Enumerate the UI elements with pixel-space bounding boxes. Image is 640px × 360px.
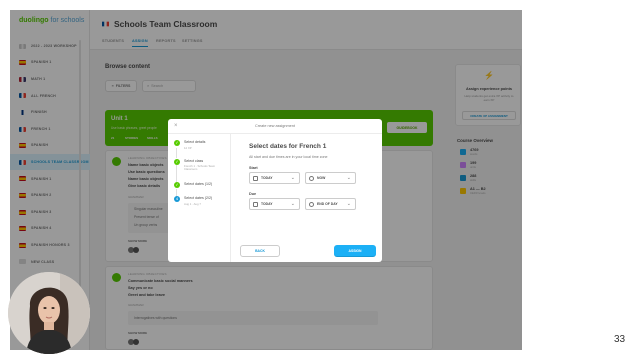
check-icon: ✓ [174, 140, 180, 146]
start-time-value: NOW [317, 176, 326, 180]
due-date-value: TODAY [261, 202, 273, 206]
calendar-icon [253, 175, 258, 181]
due-time-value: END OF DAY [317, 202, 338, 206]
chevron-down-icon: ⌄ [290, 175, 295, 181]
start-date-select[interactable]: TODAY ⌄ [249, 172, 300, 184]
step-connector [176, 148, 177, 158]
clock-icon [309, 201, 314, 207]
step-title: Select details [184, 140, 206, 144]
assign-button[interactable]: ASSIGN [334, 245, 376, 257]
start-time-select[interactable]: NOW ⌄ [305, 172, 356, 184]
check-icon: ✓ [174, 159, 180, 165]
chevron-down-icon: ⌄ [290, 201, 295, 207]
due-time-select[interactable]: END OF DAY ⌄ [305, 198, 356, 210]
back-button[interactable]: BACK [240, 245, 280, 257]
step-connector [176, 165, 177, 182]
clock-icon [309, 175, 314, 181]
step-title: Select dates (2/2) [184, 196, 213, 200]
step-detail: 12 XP [184, 146, 192, 150]
calendar-icon [253, 201, 258, 207]
presenter-image [8, 272, 90, 354]
start-label: Start [249, 166, 258, 170]
slide-number: 33 [614, 334, 626, 345]
create-assignment-modal: × Create new assignment ✓ Select details… [168, 119, 382, 262]
due-date-select[interactable]: TODAY ⌄ [249, 198, 300, 210]
presentation-slide: duolingo for schools 2022 - 2023 WORKSHO… [0, 0, 640, 360]
step-detail: French 1 · Schools Team Classroom [184, 164, 216, 172]
timezone-note: All start and due times are in your loca… [249, 155, 328, 159]
stepper: ✓ Select details 12 XP ✓ Select class Fr… [168, 134, 231, 262]
due-label: Due [249, 192, 257, 196]
step-title: Select class [184, 159, 204, 163]
select-dates-heading: Select dates for French 1 [249, 143, 327, 150]
chevron-down-icon: ⌄ [346, 201, 351, 207]
modal-title: Create new assignment [255, 124, 295, 128]
start-date-value: TODAY [261, 176, 273, 180]
check-icon: ✓ [174, 182, 180, 188]
step-title: Select dates (1/2) [184, 182, 213, 186]
chevron-down-icon: ⌄ [346, 175, 351, 181]
step-detail: Aug 1 · Aug 7 [184, 202, 201, 206]
step-number: 4 [174, 196, 180, 202]
presenter-webcam [8, 272, 90, 354]
